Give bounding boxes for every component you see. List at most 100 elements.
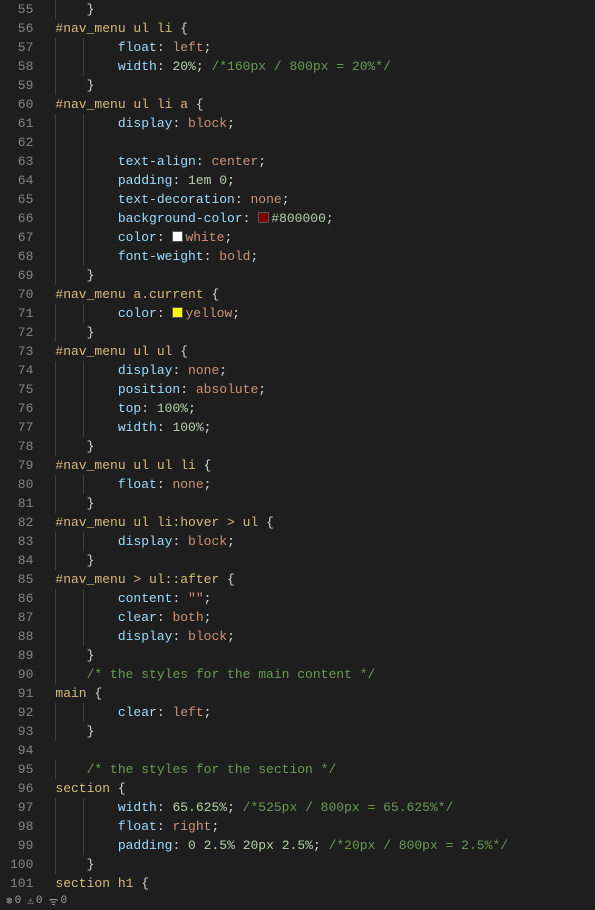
token: } bbox=[87, 648, 95, 663]
code-line[interactable] bbox=[55, 133, 595, 152]
token: none bbox=[250, 192, 281, 207]
code-line[interactable]: #nav_menu ul li a { bbox=[55, 95, 595, 114]
token: : bbox=[172, 116, 188, 131]
code-line[interactable]: display: block; bbox=[55, 532, 595, 551]
code-line[interactable]: display: none; bbox=[55, 361, 595, 380]
code-line[interactable]: } bbox=[55, 722, 595, 741]
code-line[interactable]: width: 20%; /*160px / 800px = 20%*/ bbox=[55, 57, 595, 76]
token: ; bbox=[227, 173, 235, 188]
token: : bbox=[157, 306, 173, 321]
color-swatch-icon[interactable] bbox=[258, 212, 269, 223]
status-radio[interactable]: ᯤ 0 bbox=[48, 894, 67, 909]
code-line[interactable]: } bbox=[55, 855, 595, 874]
code-line[interactable]: float: right; bbox=[55, 817, 595, 836]
code-line[interactable]: padding: 0 2.5% 20px 2.5%; /*20px / 800p… bbox=[55, 836, 595, 855]
line-number: 93 bbox=[10, 722, 33, 741]
token bbox=[196, 838, 204, 853]
code-line[interactable]: /* the styles for the section */ bbox=[55, 760, 595, 779]
code-line[interactable]: #nav_menu ul li { bbox=[55, 19, 595, 38]
code-line[interactable]: padding: 1em 0; bbox=[55, 171, 595, 190]
token: section bbox=[55, 781, 117, 796]
code-line[interactable]: font-weight: bold; bbox=[55, 247, 595, 266]
token: right bbox=[172, 819, 211, 834]
token: display bbox=[118, 629, 173, 644]
line-number: 59 bbox=[10, 76, 33, 95]
token: ; bbox=[313, 838, 329, 853]
code-line[interactable]: text-decoration: none; bbox=[55, 190, 595, 209]
token: none bbox=[172, 477, 203, 492]
code-line[interactable]: #nav_menu > ul::after { bbox=[55, 570, 595, 589]
status-bar[interactable]: ⊗ 0 ⚠ 0 ᯤ 0 bbox=[0, 892, 595, 910]
token: } bbox=[87, 268, 95, 283]
code-line[interactable]: clear: left; bbox=[55, 703, 595, 722]
status-errors[interactable]: ⊗ 0 bbox=[6, 894, 21, 908]
code-line[interactable]: position: absolute; bbox=[55, 380, 595, 399]
token: ; bbox=[188, 401, 196, 416]
code-line[interactable]: text-align: center; bbox=[55, 152, 595, 171]
code-line[interactable]: } bbox=[55, 323, 595, 342]
code-line[interactable]: #nav_menu a.current { bbox=[55, 285, 595, 304]
code-line[interactable]: color: white; bbox=[55, 228, 595, 247]
token: display bbox=[118, 116, 173, 131]
token: /* the styles for the main content */ bbox=[87, 667, 376, 682]
line-number: 91 bbox=[10, 684, 33, 703]
code-line[interactable]: #nav_menu ul ul li { bbox=[55, 456, 595, 475]
code-line[interactable]: width: 100%; bbox=[55, 418, 595, 437]
line-number: 55 bbox=[10, 0, 33, 19]
token: : bbox=[157, 420, 173, 435]
token: } bbox=[87, 553, 95, 568]
token: : bbox=[180, 382, 196, 397]
color-swatch-icon[interactable] bbox=[172, 231, 183, 242]
code-line[interactable]: } bbox=[55, 494, 595, 513]
token: : bbox=[172, 534, 188, 549]
token: absolute bbox=[196, 382, 258, 397]
code-editor[interactable]: 5556575859606162636465666768697071727374… bbox=[0, 0, 595, 892]
color-swatch-icon[interactable] bbox=[172, 307, 183, 318]
code-line[interactable]: color: yellow; bbox=[55, 304, 595, 323]
code-line[interactable]: float: none; bbox=[55, 475, 595, 494]
code-line[interactable]: main { bbox=[55, 684, 595, 703]
token: ; bbox=[224, 230, 232, 245]
code-line[interactable]: } bbox=[55, 551, 595, 570]
line-number: 90 bbox=[10, 665, 33, 684]
token: { bbox=[266, 515, 274, 530]
token: } bbox=[87, 857, 95, 872]
token: : bbox=[172, 838, 188, 853]
code-line[interactable]: #nav_menu ul ul { bbox=[55, 342, 595, 361]
code-line[interactable]: section { bbox=[55, 779, 595, 798]
token: { bbox=[180, 344, 188, 359]
code-line[interactable]: clear: both; bbox=[55, 608, 595, 627]
error-count: 0 bbox=[15, 895, 22, 907]
warning-count: 0 bbox=[36, 895, 43, 907]
code-line[interactable] bbox=[55, 741, 595, 760]
warning-icon: ⚠ bbox=[27, 894, 34, 908]
code-line[interactable]: background-color: #800000; bbox=[55, 209, 595, 228]
status-warnings[interactable]: ⚠ 0 bbox=[27, 894, 42, 908]
code-line[interactable]: } bbox=[55, 437, 595, 456]
code-line[interactable]: #nav_menu ul li:hover > ul { bbox=[55, 513, 595, 532]
code-line[interactable]: float: left; bbox=[55, 38, 595, 57]
token: ; bbox=[204, 591, 212, 606]
code-area[interactable]: }#nav_menu ul li { float: left; width: 2… bbox=[51, 0, 595, 892]
code-line[interactable]: } bbox=[55, 266, 595, 285]
code-line[interactable]: content: ""; bbox=[55, 589, 595, 608]
code-line[interactable]: /* the styles for the main content */ bbox=[55, 665, 595, 684]
token: #800000 bbox=[271, 211, 326, 226]
code-line[interactable]: top: 100%; bbox=[55, 399, 595, 418]
token: left bbox=[172, 40, 203, 55]
line-number: 79 bbox=[10, 456, 33, 475]
code-line[interactable]: } bbox=[55, 0, 595, 19]
code-line[interactable]: section h1 { bbox=[55, 874, 595, 892]
code-line[interactable]: display: block; bbox=[55, 627, 595, 646]
code-line[interactable]: } bbox=[55, 76, 595, 95]
token bbox=[274, 838, 282, 853]
token: top bbox=[118, 401, 141, 416]
token: ; bbox=[204, 610, 212, 625]
code-line[interactable]: width: 65.625%; /*525px / 800px = 65.625… bbox=[55, 798, 595, 817]
code-line[interactable]: display: block; bbox=[55, 114, 595, 133]
token: : bbox=[157, 40, 173, 55]
code-line[interactable]: } bbox=[55, 646, 595, 665]
token: block bbox=[188, 116, 227, 131]
token: ; bbox=[250, 249, 258, 264]
line-number: 86 bbox=[10, 589, 33, 608]
